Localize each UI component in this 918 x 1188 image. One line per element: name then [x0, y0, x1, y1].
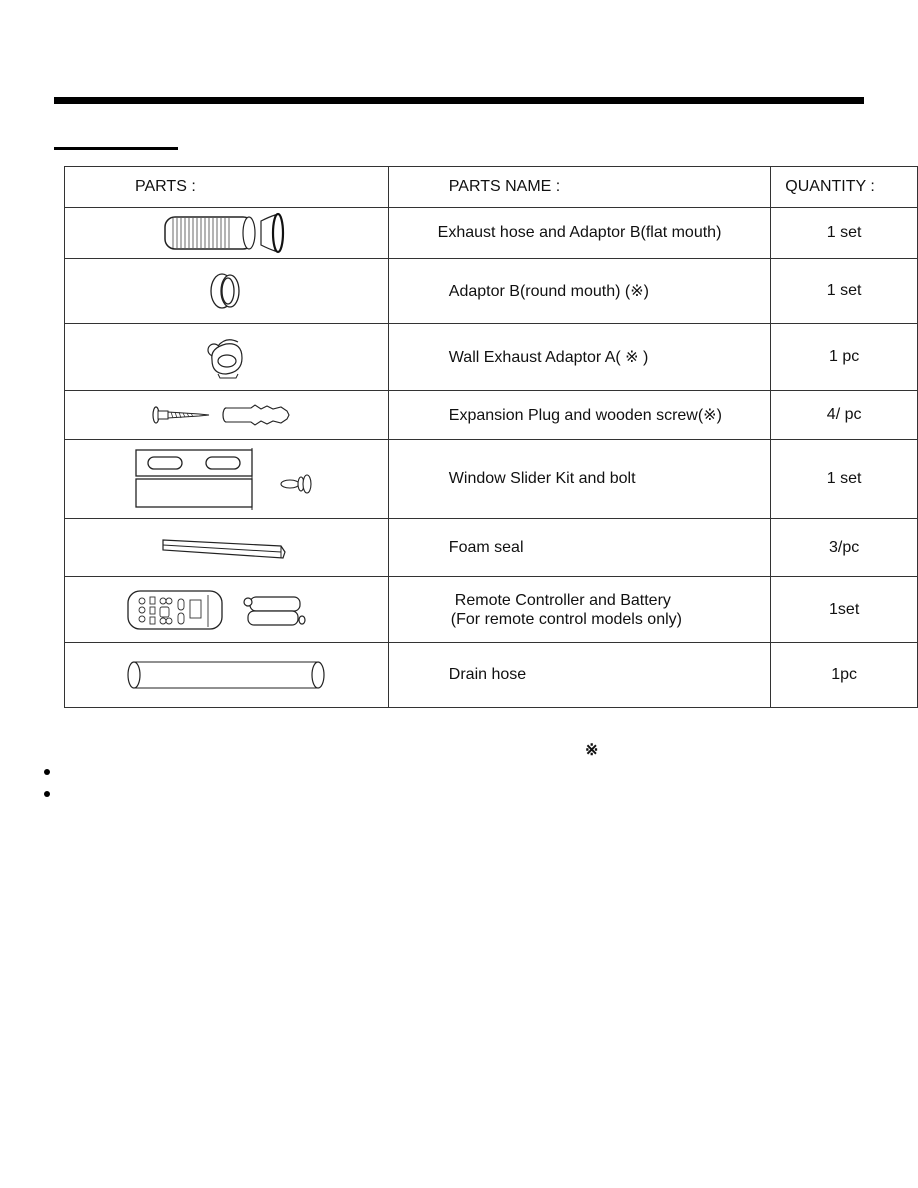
- part-quantity: 1pc: [770, 642, 918, 708]
- screw-plug-icon: [152, 404, 291, 426]
- table-row: Exhaust hose and Adaptor B(flat mouth) 1…: [64, 207, 918, 259]
- part-quantity: 1 set: [770, 258, 918, 324]
- table-row: Wall Exhaust Adaptor A( ※ ) 1 pc: [64, 323, 918, 391]
- section-title-underline: [54, 147, 178, 150]
- top-rule: [54, 97, 864, 104]
- part-quantity: 4/ pc: [770, 390, 918, 440]
- part-quantity: 1 set: [770, 439, 918, 519]
- table-header-row: PARTS : PARTS NAME : QUANTITY :: [64, 166, 918, 208]
- part-quantity: 3/pc: [770, 518, 918, 577]
- window-slider-icon: [135, 448, 312, 510]
- header-parts-name: PARTS NAME :: [387, 166, 772, 208]
- part-name: Foam seal: [387, 518, 772, 577]
- part-name: Remote Controller and Battery (For remot…: [387, 576, 772, 643]
- header-quantity: QUANTITY :: [770, 166, 918, 208]
- table-row: Drain hose 1pc: [64, 642, 918, 708]
- bullet-point: [44, 791, 50, 797]
- parts-table: PARTS : PARTS NAME : QUANTITY : Exhaust …: [64, 166, 918, 708]
- foam-seal-icon: [162, 538, 287, 559]
- wall-adaptor-icon: [207, 339, 243, 379]
- table-row: Adaptor B(round mouth) (※) 1 set: [64, 258, 918, 324]
- bullet-point: [44, 769, 50, 775]
- part-name: Exhaust hose and Adaptor B(flat mouth): [387, 207, 772, 259]
- part-quantity: 1set: [770, 576, 918, 643]
- table-row: Window Slider Kit and bolt 1 set: [64, 439, 918, 519]
- round-adaptor-icon: [210, 273, 241, 309]
- exhaust-hose-icon: [164, 212, 285, 254]
- part-name: Window Slider Kit and bolt: [387, 439, 772, 519]
- part-name: Wall Exhaust Adaptor A( ※ ): [387, 323, 772, 391]
- part-quantity: 1 pc: [770, 323, 918, 391]
- drain-hose-icon: [127, 661, 325, 689]
- table-row: Remote Controller and Battery (For remot…: [64, 576, 918, 643]
- reference-mark: ※: [585, 742, 599, 759]
- part-name-line2: (For remote control models only): [450, 610, 682, 628]
- part-name: Expansion Plug and wooden screw(※): [387, 390, 772, 440]
- header-parts: PARTS :: [64, 166, 389, 208]
- part-quantity: 1 set: [770, 207, 918, 259]
- table-row: Foam seal 3/pc: [64, 518, 918, 577]
- part-name-line1: Remote Controller and Battery: [454, 591, 671, 609]
- part-name: Adaptor B(round mouth) (※): [387, 258, 772, 324]
- table-row: Expansion Plug and wooden screw(※) 4/ pc: [64, 390, 918, 440]
- remote-battery-icon: [127, 589, 306, 630]
- part-name: Drain hose: [387, 642, 772, 708]
